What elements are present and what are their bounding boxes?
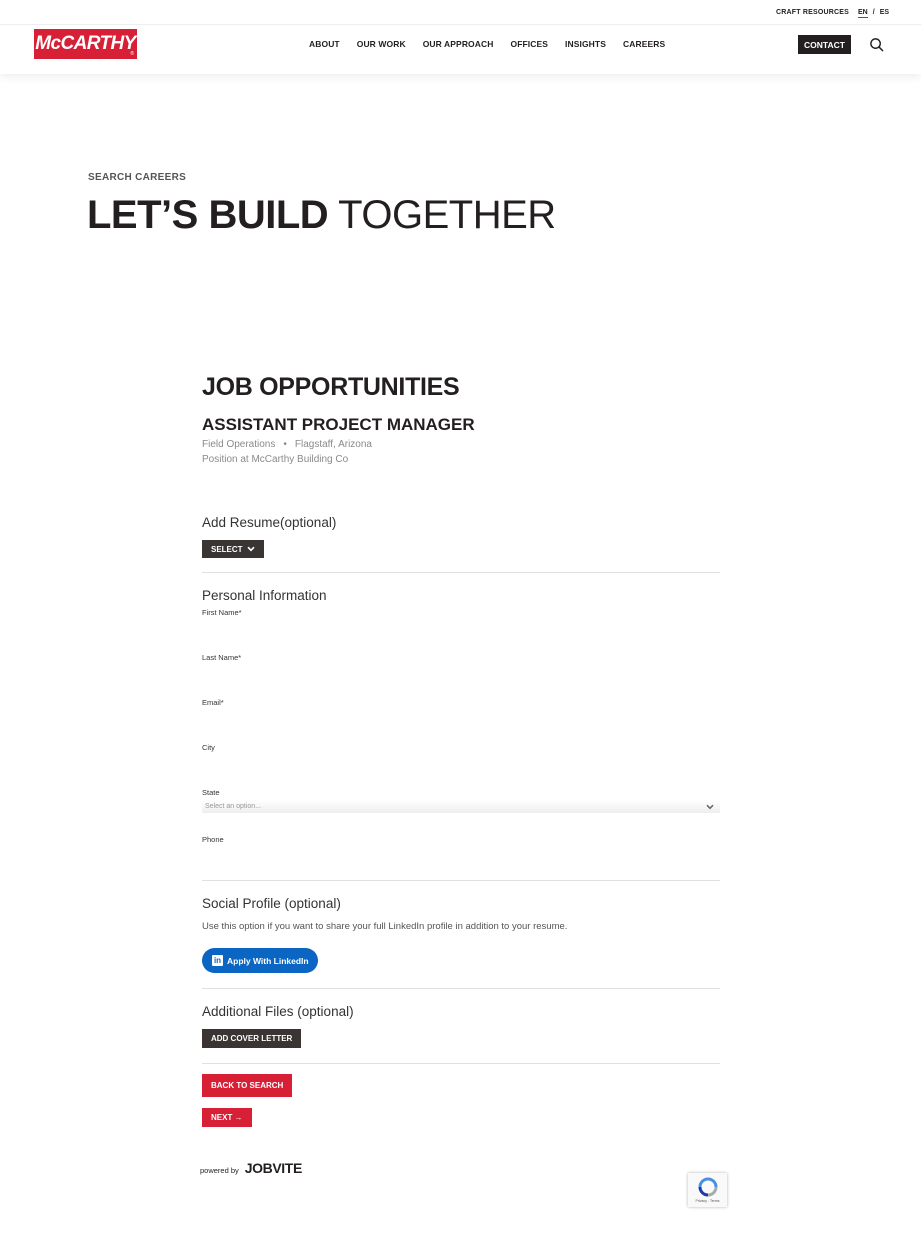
resume-section: Add Resume(optional) SELECT	[202, 514, 720, 558]
social-profile-title: Social Profile (optional)	[202, 896, 341, 911]
recaptcha-links: Privacy - Terms	[695, 1199, 720, 1203]
resume-section-title: Add Resume(optional)	[202, 515, 337, 530]
job-title: ASSISTANT PROJECT MANAGER	[202, 415, 475, 434]
email-label: Email*	[202, 698, 224, 707]
job-meta-separator: •	[283, 439, 287, 450]
logo-registered-mark: ®	[130, 51, 134, 57]
select-resume-label: SELECT	[211, 544, 243, 554]
additional-files-section: Additional Files (optional) ADD COVER LE…	[202, 1003, 720, 1048]
search-icon[interactable]	[869, 37, 884, 52]
job-department: Field Operations	[202, 439, 276, 450]
section-divider	[202, 988, 720, 989]
hero-title: LET’S BUILD TOGETHER	[87, 192, 556, 238]
apply-with-linkedin-button[interactable]: in Apply With LinkedIn	[202, 948, 318, 973]
hero-eyebrow: SEARCH CAREERS	[88, 172, 187, 183]
chevron-down-icon	[246, 546, 255, 552]
select-resume-button[interactable]: SELECT	[202, 540, 264, 558]
nav-insights[interactable]: INSIGHTS	[565, 39, 606, 49]
main-nav: ABOUT OUR WORK OUR APPROACH OFFICES INSI…	[309, 39, 665, 49]
state-select-value: Select an option...	[205, 803, 262, 810]
section-divider	[202, 880, 720, 881]
personal-info-section: Personal Information First Name* Last Na…	[202, 587, 720, 880]
nav-our-work[interactable]: OUR WORK	[357, 39, 406, 49]
first-name-label: First Name*	[202, 608, 242, 617]
hero-title-light: TOGETHER	[338, 193, 556, 237]
add-cover-letter-button[interactable]: ADD COVER LETTER	[202, 1029, 302, 1048]
utility-bar: CRAFT RESOURCES EN / ES	[0, 0, 921, 25]
language-switcher: EN / ES	[858, 9, 889, 18]
additional-files-title: Additional Files (optional)	[202, 1004, 354, 1019]
state-select[interactable]: Select an option...	[202, 800, 720, 813]
recaptcha-icon	[698, 1177, 717, 1197]
job-location: Flagstaff, Arizona	[294, 439, 372, 450]
site-header: CRAFT RESOURCES EN / ES McCARTHY ® ABOUT…	[0, 0, 921, 74]
recaptcha-badge[interactable]: Privacy - Terms	[688, 1173, 727, 1207]
first-name-field[interactable]: First Name*	[202, 608, 720, 653]
contact-button[interactable]: CONTACT	[798, 35, 851, 54]
powered-by-jobvite[interactable]: powered by JOBVITE	[200, 1160, 302, 1176]
linkedin-icon: in	[212, 955, 223, 966]
social-profile-section: Social Profile (optional) Use this optio…	[202, 895, 720, 973]
job-opportunities-heading: JOB OPPORTUNITIES	[202, 373, 460, 401]
mccarthy-logo[interactable]: McCARTHY ®	[34, 29, 137, 59]
nav-about[interactable]: ABOUT	[309, 39, 340, 49]
next-button[interactable]: NEXT →	[202, 1108, 252, 1127]
phone-field[interactable]: Phone	[202, 835, 720, 880]
lang-separator: /	[872, 9, 875, 16]
back-to-search-button[interactable]: BACK TO SEARCH	[202, 1074, 293, 1097]
section-divider	[202, 572, 720, 573]
city-field[interactable]: City	[202, 743, 720, 788]
last-name-field[interactable]: Last Name*	[202, 653, 720, 698]
phone-label: Phone	[202, 835, 224, 844]
nav-offices[interactable]: OFFICES	[510, 39, 548, 49]
application-form: JOB OPPORTUNITIES ASSISTANT PROJECT MANA…	[202, 370, 720, 1127]
email-field[interactable]: Email*	[202, 698, 720, 743]
state-label: State	[202, 788, 220, 797]
city-label: City	[202, 743, 215, 752]
job-company: Position at McCarthy Building Co	[202, 454, 349, 465]
jobvite-logo: JOBVITE	[244, 1160, 303, 1176]
lang-es-link[interactable]: ES	[880, 9, 889, 18]
nav-our-approach[interactable]: OUR APPROACH	[423, 39, 494, 49]
job-meta: Field Operations • Flagstaff, Arizona	[202, 437, 720, 452]
lang-en-link[interactable]: EN	[858, 9, 868, 18]
hero-title-bold: LET’S BUILD	[87, 193, 329, 237]
chevron-down-icon	[706, 804, 714, 809]
section-divider	[202, 1063, 720, 1064]
linkedin-button-label: Apply With LinkedIn	[227, 955, 309, 966]
last-name-label: Last Name*	[202, 653, 242, 662]
craft-resources-link[interactable]: CRAFT RESOURCES	[776, 9, 849, 16]
logo-text: McCARTHY	[35, 33, 136, 54]
state-field: State Select an option...	[202, 788, 720, 835]
personal-info-title: Personal Information	[202, 588, 327, 603]
social-profile-description: Use this option if you want to share you…	[202, 921, 568, 932]
powered-by-text: powered by	[200, 1166, 239, 1175]
nav-careers[interactable]: CAREERS	[623, 39, 665, 49]
